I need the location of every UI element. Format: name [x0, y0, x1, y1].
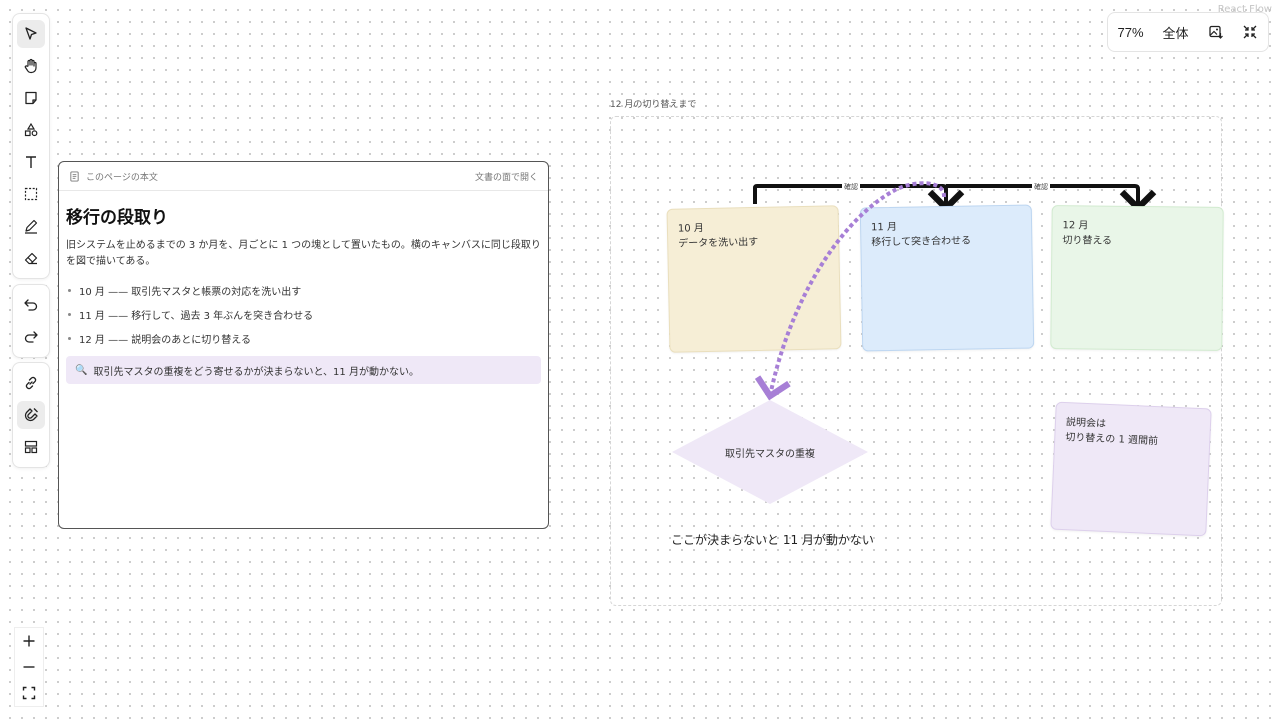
callout-box: 🔍 取引先マスタの重複をどう寄せるかが決まらないと、11 月が動かない。 — [66, 356, 541, 384]
fit-all-button[interactable]: 全体 — [1163, 23, 1189, 42]
edge-label-confirm-2: 確認 — [1032, 182, 1050, 192]
shapes-tool[interactable] — [17, 116, 45, 144]
hand-icon — [24, 58, 37, 74]
magnet-button[interactable] — [17, 401, 45, 429]
open-in-document-link[interactable]: 文書の面で開く — [475, 170, 538, 183]
plus-icon — [23, 635, 35, 647]
sticky-body: 移行して突き合わせる — [871, 235, 972, 249]
document-header-label: このページの本文 — [86, 172, 158, 183]
image-export-icon — [1208, 25, 1223, 39]
edge-label-confirm-1: 確認 — [842, 182, 860, 192]
zoom-out-button[interactable] — [15, 654, 43, 680]
diamond-label: 取引先マスタの重複 — [725, 449, 815, 460]
fit-view-button[interactable] — [15, 680, 43, 706]
pointer-icon — [25, 27, 37, 40]
canvas-caption[interactable]: ここが決まらないと 11 月が動かない — [671, 531, 874, 548]
sticky-note-icon — [25, 91, 37, 105]
link-icon — [25, 376, 37, 390]
document-paragraph: 旧システムを止めるまでの 3 か月を、月ごとに 1 つの塊として置いたもの。横の… — [66, 240, 541, 267]
list-item-text: 11 月 —— 移行して、過去 3 年ぶんを突き合わせる — [79, 310, 314, 322]
select-tool[interactable] — [17, 20, 45, 48]
undo-icon — [24, 299, 38, 311]
sticky-title: 12 月 — [1062, 220, 1089, 232]
pen-icon — [25, 219, 38, 234]
document-header: このページの本文 文書の面で開く — [59, 162, 548, 191]
zoom-controls — [14, 627, 44, 707]
bullet — [68, 336, 71, 340]
sticky-body: データを洗い出す — [678, 236, 759, 250]
history-palette — [12, 284, 50, 358]
pen-tool[interactable] — [17, 212, 45, 240]
eraser-icon — [24, 252, 38, 265]
text-tool[interactable] — [17, 148, 45, 176]
redo-button[interactable] — [17, 323, 45, 351]
document-icon — [70, 170, 79, 182]
list-item: 12 月 —— 説明会のあとに切り替える — [66, 326, 541, 350]
zoom-level[interactable]: 77% — [1117, 25, 1143, 40]
minus-icon — [23, 666, 35, 668]
frame-tool[interactable] — [17, 180, 45, 208]
document-panel[interactable]: このページの本文 文書の面で開く 移行の段取り 旧システムを止めるまでの 3 か… — [58, 161, 549, 529]
document-body: 移行の段取り 旧システムを止めるまでの 3 か月を、月ごとに 1 つの塊として置… — [59, 191, 548, 394]
document-title: 移行の段取り — [66, 208, 168, 228]
frame-icon — [24, 187, 38, 201]
hand-tool[interactable] — [17, 52, 45, 80]
frame-label: 12 月の切り替えまで — [610, 100, 697, 110]
extras-palette — [12, 362, 50, 468]
list-item: 11 月 —— 移行して、過去 3 年ぶんを突き合わせる — [66, 302, 541, 326]
sticky-note-october[interactable]: 10 月 データを洗い出す — [666, 205, 842, 353]
shapes-icon — [24, 122, 38, 137]
sticky-note-briefing[interactable]: 説明会は 切り替えの 1 週間前 — [1050, 401, 1212, 537]
link-button[interactable] — [17, 369, 45, 397]
undo-button[interactable] — [17, 291, 45, 319]
export-image-button[interactable] — [1208, 24, 1224, 40]
document-list: 10 月 —— 取引先マスタと帳票の対応を洗い出す 11 月 —— 移行して、過… — [66, 278, 541, 350]
fit-view-icon — [22, 686, 36, 700]
eraser-tool[interactable] — [17, 244, 45, 272]
bullet — [68, 312, 71, 316]
redo-icon — [24, 331, 38, 343]
bullet — [68, 288, 71, 292]
text-icon — [26, 156, 36, 168]
list-item-text: 10 月 —— 取引先マスタと帳票の対応を洗い出す — [79, 286, 302, 298]
sticky-body: 切り替える — [1062, 235, 1113, 247]
layout-button[interactable] — [17, 433, 45, 461]
sticky-note-november[interactable]: 11 月 移行して突き合わせる — [859, 204, 1035, 352]
callout-text: 取引先マスタの重複をどう寄せるかが決まらないと、11 月が動かない。 — [93, 366, 419, 378]
sticky-tool[interactable] — [17, 84, 45, 112]
list-item-text: 12 月 —— 説明会のあとに切り替える — [79, 334, 251, 346]
list-item: 10 月 —— 取引先マスタと帳票の対応を洗い出す — [66, 278, 541, 302]
magnet-icon — [24, 408, 38, 422]
collapse-button[interactable] — [1242, 24, 1258, 40]
view-controls: 77% 全体 — [1107, 12, 1269, 52]
collapse-icon — [1244, 25, 1257, 39]
magnifier-icon: 🔍 — [75, 364, 88, 376]
sticky-note-december[interactable]: 12 月 切り替える — [1050, 205, 1224, 351]
layout-icon — [24, 440, 38, 454]
zoom-in-button[interactable] — [15, 628, 43, 654]
tool-palette — [12, 13, 50, 279]
